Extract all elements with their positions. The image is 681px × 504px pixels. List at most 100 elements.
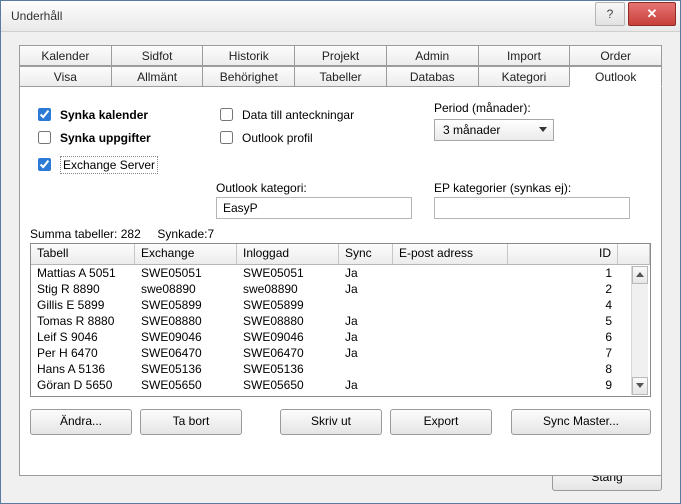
data-anteckningar-check[interactable]: Data till anteckningar — [216, 105, 354, 124]
cell: Ja — [339, 265, 393, 281]
ep-kategorier-label: EP kategorier (synkas ej): — [434, 181, 571, 195]
col-epost[interactable]: E-post adress — [393, 244, 508, 264]
chevron-down-icon — [539, 127, 547, 132]
table-row[interactable]: Leif S 9046SWE09046SWE09046Ja6 — [31, 329, 650, 345]
export-button[interactable]: Export — [390, 409, 492, 435]
exchange-server-check[interactable]: Exchange Server — [34, 155, 158, 174]
tab-behorighet[interactable]: Behörighet — [202, 66, 295, 87]
cell: SWE05136 — [237, 361, 339, 377]
synka-uppgifter-label: Synka uppgifter — [60, 131, 151, 145]
action-button-row: Ändra... Ta bort Skriv ut Export Sync Ma… — [30, 409, 651, 435]
exchange-server-label: Exchange Server — [60, 156, 158, 174]
period-select[interactable]: 3 månader — [434, 119, 554, 141]
cell — [393, 361, 508, 377]
tab-admin[interactable]: Admin — [386, 45, 479, 66]
summary-line: Summa tabeller: 282 Synkade:7 — [30, 227, 214, 241]
cell: 1 — [508, 265, 618, 281]
synka-uppgifter-check[interactable]: Synka uppgifter — [34, 128, 151, 147]
cell: Per H 6470 — [31, 345, 135, 361]
cell: 7 — [508, 345, 618, 361]
help-button[interactable]: ? — [595, 2, 625, 26]
outlook-kategori-label: Outlook kategori: — [216, 181, 307, 195]
cell — [393, 345, 508, 361]
tab-kalender[interactable]: Kalender — [19, 45, 112, 66]
table-row[interactable]: Hans A 5136SWE05136SWE051368 — [31, 361, 650, 377]
andra-button[interactable]: Ändra... — [30, 409, 132, 435]
synkade-label: Synkade: — [157, 227, 207, 241]
cell — [393, 329, 508, 345]
col-tabell[interactable]: Tabell — [31, 244, 135, 264]
tabort-button[interactable]: Ta bort — [140, 409, 242, 435]
tab-row-front: Visa Allmänt Behörighet Tabeller Databas… — [19, 66, 662, 87]
exchange-server-group: Exchange Server — [34, 155, 158, 174]
tab-kategori[interactable]: Kategori — [478, 66, 571, 87]
scroll-down-icon[interactable] — [632, 377, 648, 395]
window-controls: ? ✕ — [595, 1, 680, 31]
ep-kategorier-input[interactable] — [434, 197, 630, 219]
cell: SWE05899 — [237, 297, 339, 313]
cell: 6 — [508, 329, 618, 345]
cell — [393, 377, 508, 393]
table-row[interactable]: Mattias A 5051SWE05051SWE05051Ja1 — [31, 265, 650, 281]
cell — [393, 313, 508, 329]
tab-databas[interactable]: Databas — [386, 66, 479, 87]
data-anteckningar-input[interactable] — [220, 108, 233, 121]
synka-kalender-check[interactable]: Synka kalender — [34, 105, 151, 124]
table-row[interactable]: Göran D 5650SWE05650SWE05650Ja9 — [31, 377, 650, 393]
sync-options: Synka kalender Synka uppgifter — [34, 105, 151, 147]
close-button[interactable]: ✕ — [628, 2, 676, 26]
tab-allmant[interactable]: Allmänt — [111, 66, 204, 87]
cell: SWE05899 — [135, 297, 237, 313]
synka-kalender-label: Synka kalender — [60, 108, 148, 122]
table-row[interactable]: Gillis E 5899SWE05899SWE058994 — [31, 297, 650, 313]
tab-visa[interactable]: Visa — [19, 66, 112, 87]
sync-master-button[interactable]: Sync Master... — [511, 409, 651, 435]
outlook-profil-input[interactable] — [220, 131, 233, 144]
dialog-window: Underhåll ? ✕ Kalender Sidfot Historik P… — [0, 0, 681, 504]
cell: Mattias A 5051 — [31, 265, 135, 281]
table-row[interactable]: Per H 6470SWE06470SWE06470Ja7 — [31, 345, 650, 361]
outlook-profil-check[interactable]: Outlook profil — [216, 128, 354, 147]
cell: Stig R 8890 — [31, 281, 135, 297]
outlook-profil-label: Outlook profil — [242, 131, 313, 145]
cell: Göran D 5650 — [31, 377, 135, 393]
synka-kalender-input[interactable] — [38, 108, 51, 121]
tab-projekt[interactable]: Projekt — [294, 45, 387, 66]
col-id[interactable]: ID — [508, 244, 618, 264]
skrivut-button[interactable]: Skriv ut — [280, 409, 382, 435]
cell: SWE05051 — [237, 265, 339, 281]
window-title: Underhåll — [11, 9, 62, 23]
tab-tabeller[interactable]: Tabeller — [294, 66, 387, 87]
cell: swe08890 — [135, 281, 237, 297]
data-grid[interactable]: Tabell Exchange Inloggad Sync E-post adr… — [30, 243, 651, 397]
summa-tabeller-label: Summa tabeller: — [30, 227, 117, 241]
tab-order[interactable]: Order — [569, 45, 662, 66]
cell: SWE05650 — [135, 377, 237, 393]
col-inloggad[interactable]: Inloggad — [237, 244, 339, 264]
tab-sidfot[interactable]: Sidfot — [111, 45, 204, 66]
tab-historik[interactable]: Historik — [202, 45, 295, 66]
cell: 8 — [508, 361, 618, 377]
outlook-kategori-input[interactable]: EasyP — [216, 197, 412, 219]
tab-outlook[interactable]: Outlook — [569, 66, 662, 87]
table-row[interactable]: Tomas R 8880SWE08880SWE08880Ja5 — [31, 313, 650, 329]
synka-uppgifter-input[interactable] — [38, 131, 51, 144]
exchange-server-input[interactable] — [38, 158, 51, 171]
help-icon: ? — [607, 7, 614, 21]
cell: SWE05650 — [237, 377, 339, 393]
synkade-value: 7 — [207, 227, 214, 241]
cell — [393, 265, 508, 281]
cell: SWE05136 — [135, 361, 237, 377]
close-icon: ✕ — [647, 6, 658, 22]
cell: 2 — [508, 281, 618, 297]
col-exchange[interactable]: Exchange — [135, 244, 237, 264]
period-group: Period (månader): 3 månader — [434, 101, 554, 141]
vertical-scrollbar[interactable] — [631, 266, 648, 395]
tab-import[interactable]: Import — [478, 45, 571, 66]
scroll-up-icon[interactable] — [632, 266, 648, 284]
cell: Tomas R 8880 — [31, 313, 135, 329]
col-sync[interactable]: Sync — [339, 244, 393, 264]
cell: Ja — [339, 313, 393, 329]
cell: SWE06470 — [237, 345, 339, 361]
table-row[interactable]: Stig R 8890swe08890swe08890Ja2 — [31, 281, 650, 297]
